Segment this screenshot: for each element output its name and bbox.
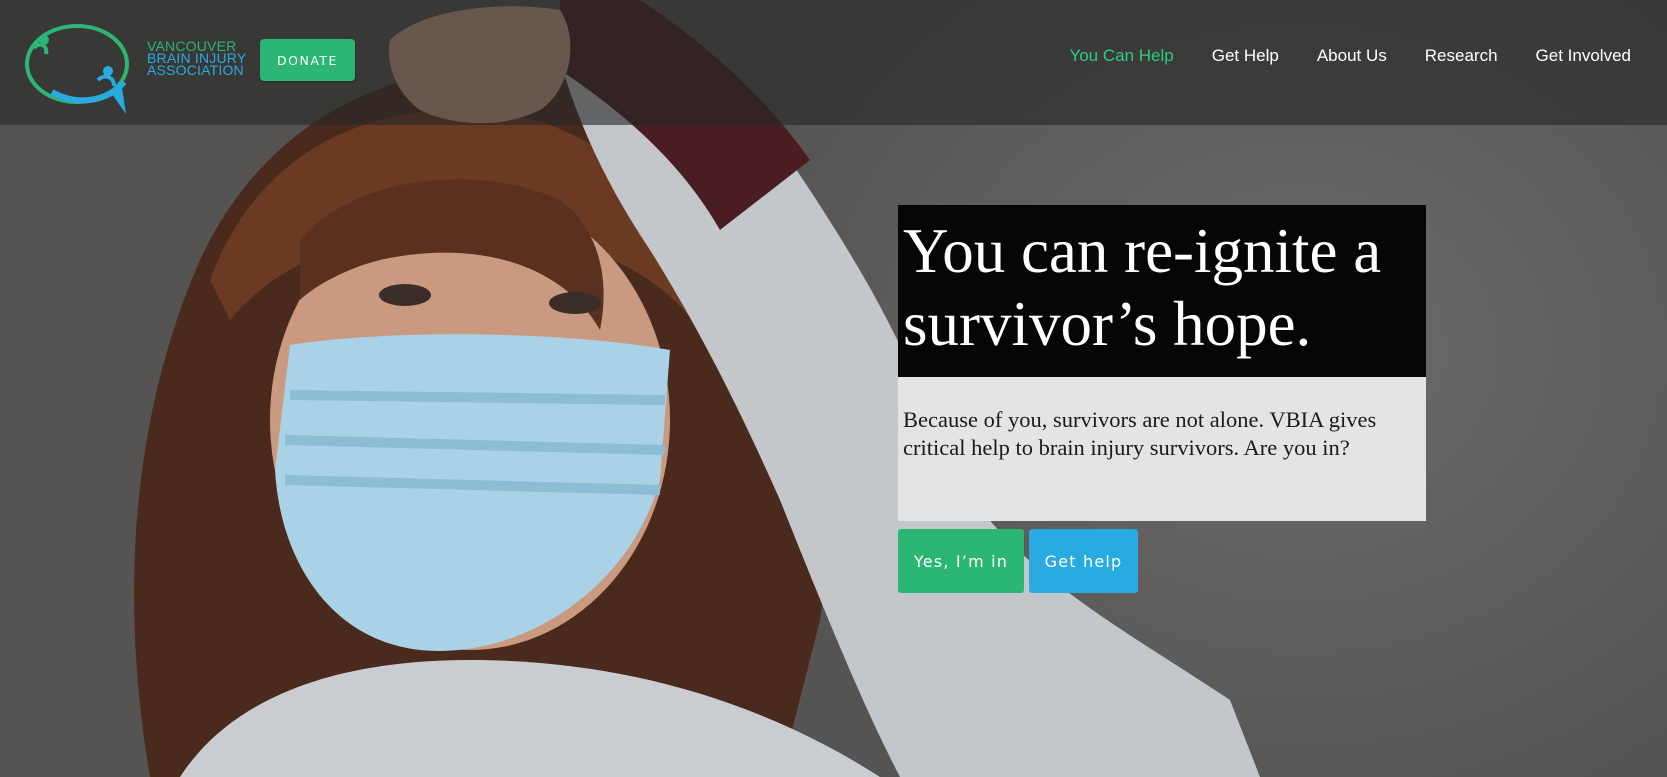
yes-im-in-button[interactable]: Yes, I’m in bbox=[898, 529, 1024, 593]
nav-about-us[interactable]: About Us bbox=[1317, 46, 1387, 66]
speech-bubble-logo-icon bbox=[25, 24, 129, 114]
hero-cta-row: Yes, I’m in Get help bbox=[898, 529, 1138, 593]
logo-wordmark: VANCOUVER BRAIN INJURY ASSOCIATION bbox=[147, 39, 246, 78]
donate-button[interactable]: DONATE bbox=[260, 39, 355, 81]
nav-get-help[interactable]: Get Help bbox=[1212, 46, 1279, 66]
hero-body-text: Because of you, survivors are not alone.… bbox=[903, 407, 1377, 460]
nav-get-involved[interactable]: Get Involved bbox=[1536, 46, 1631, 66]
nav-you-can-help[interactable]: You Can Help bbox=[1069, 46, 1173, 66]
get-help-button[interactable]: Get help bbox=[1029, 529, 1138, 593]
nav-research[interactable]: Research bbox=[1425, 46, 1498, 66]
logo[interactable]: VANCOUVER BRAIN INJURY ASSOCIATION bbox=[22, 14, 252, 118]
main-nav: You Can Help Get Help About Us Research … bbox=[1069, 46, 1631, 66]
logo-line-3: ASSOCIATION bbox=[147, 62, 244, 78]
hero-headline: You can re-ignite a survivor’s hope. bbox=[903, 216, 1382, 359]
site-header: VANCOUVER BRAIN INJURY ASSOCIATION DONAT… bbox=[0, 0, 1667, 125]
hero-body-box: Because of you, survivors are not alone.… bbox=[898, 377, 1426, 521]
hero-headline-box: You can re-ignite a survivor’s hope. bbox=[898, 205, 1426, 377]
